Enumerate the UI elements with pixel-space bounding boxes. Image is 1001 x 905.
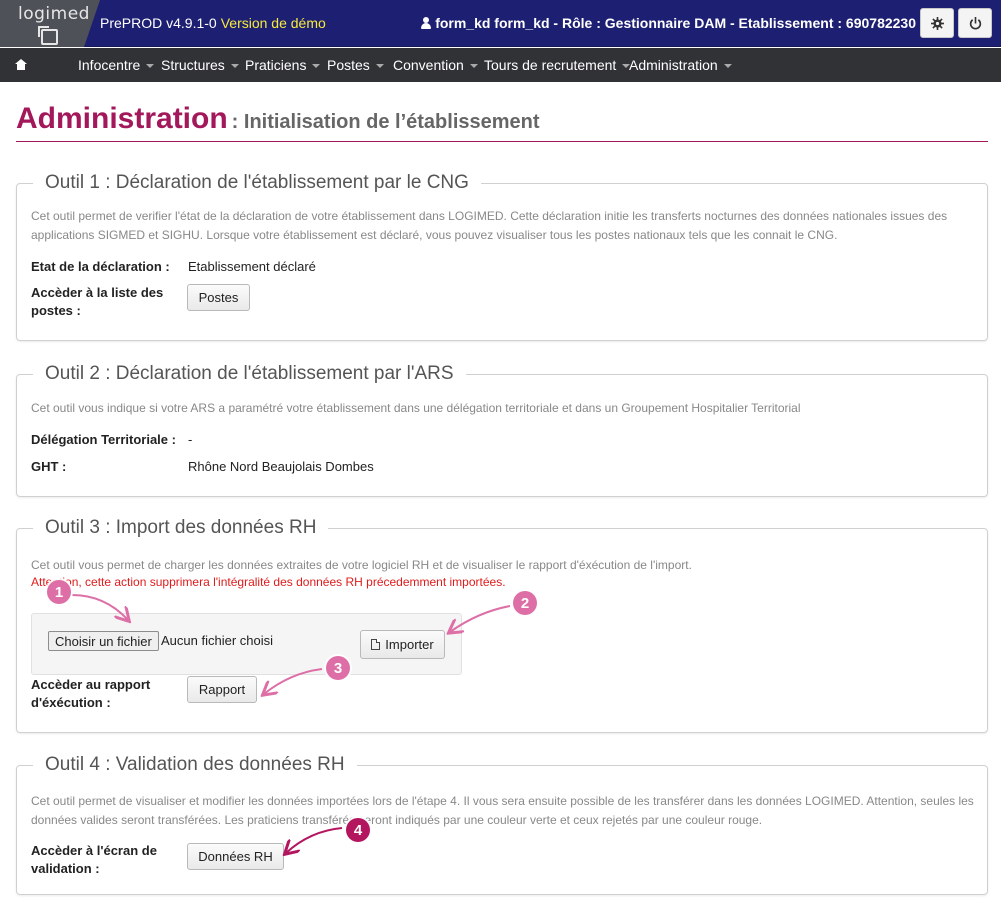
- tool3-legend: Outil 3 : Import des données RH: [33, 517, 329, 539]
- nav-tours-de-recrutement[interactable]: Tours de recrutement: [484, 57, 631, 73]
- ght-label: GHT :: [31, 459, 67, 474]
- nav-label: Structures: [161, 57, 225, 73]
- nav-praticiens[interactable]: Praticiens: [245, 57, 321, 73]
- import-button[interactable]: Importer: [360, 630, 445, 659]
- callout-1: 1: [47, 580, 71, 604]
- tool4-panel: Outil 4 : Validation des données RH Cet …: [16, 754, 988, 895]
- user-info-text: form_kd form_kd - Rôle : Gestionnaire DA…: [435, 15, 916, 31]
- logo-icon: [38, 26, 58, 45]
- callout-4: 4: [346, 818, 370, 842]
- tool3-panel: Outil 3 : Import des données RH Cet outi…: [16, 517, 988, 733]
- ght-value: Rhône Nord Beaujolais Dombes: [188, 459, 374, 474]
- nav-label: Administration: [629, 57, 718, 73]
- caret-down-icon: [375, 64, 384, 68]
- nav-label: Tours de recrutement: [484, 57, 617, 73]
- power-icon: [969, 16, 981, 29]
- delegation-value: -: [188, 432, 193, 447]
- tool1-legend: Outil 1 : Déclaration de l'établissement…: [33, 172, 481, 194]
- nav-administration[interactable]: Administration: [629, 57, 732, 73]
- tool2-panel: Outil 2 : Déclaration de l'établissement…: [16, 363, 988, 497]
- logout-button[interactable]: [958, 8, 992, 38]
- tool1-description: Cet outil permet de verifier l'état de l…: [31, 209, 948, 242]
- nav-label: Convention: [393, 57, 464, 73]
- nav-label: Infocentre: [78, 57, 141, 73]
- donnees-rh-button[interactable]: Données RH: [187, 843, 284, 870]
- home-icon[interactable]: [15, 59, 27, 70]
- file-status: Aucun fichier choisi: [161, 633, 273, 648]
- demo-label: Version de démo: [220, 15, 326, 31]
- declaration-status-label: Etat de la déclaration :: [31, 259, 170, 274]
- logo[interactable]: logimed: [0, 0, 100, 47]
- nav-postes[interactable]: Postes: [327, 57, 384, 73]
- file-icon: [371, 639, 381, 650]
- title-divider: [16, 141, 988, 142]
- settings-button[interactable]: [920, 8, 954, 38]
- callout-3: 3: [326, 656, 350, 680]
- nav-convention[interactable]: Convention: [393, 57, 478, 73]
- tool3-warning: Attention, cette action supprimera l'int…: [31, 575, 506, 589]
- callout-2: 2: [513, 591, 537, 615]
- report-button[interactable]: Rapport: [187, 676, 257, 703]
- choose-file-button[interactable]: Choisir un fichier: [48, 631, 159, 651]
- delegation-label: Délégation Territoriale :: [31, 432, 176, 447]
- caret-down-icon: [146, 64, 155, 68]
- main-nav: Infocentre Structures Praticiens Postes …: [0, 48, 1001, 82]
- nav-structures[interactable]: Structures: [161, 57, 239, 73]
- version-label: PrePROD v4.9.1-0: [100, 15, 217, 31]
- nav-label: Postes: [327, 57, 370, 73]
- page-title-main: Administration: [16, 102, 228, 135]
- validation-label: Accèder à l'écran de validation :: [31, 843, 157, 876]
- caret-down-icon: [230, 64, 239, 68]
- import-form: Choisir un fichier Aucun fichier choisi …: [31, 613, 462, 675]
- tool1-panel: Outil 1 : Déclaration de l'établissement…: [16, 172, 988, 341]
- version-info: PrePROD v4.9.1-0 Version de démo: [100, 15, 326, 31]
- tool2-description: Cet outil vous indique si votre ARS a pa…: [31, 401, 801, 415]
- caret-down-icon: [312, 64, 321, 68]
- top-bar: logimed PrePROD v4.9.1-0 Version de démo …: [0, 0, 1001, 47]
- declaration-status-value: Etablissement déclaré: [188, 259, 316, 274]
- tool4-description: Cet outil permet de visualiser et modifi…: [31, 794, 974, 827]
- tool2-legend: Outil 2 : Déclaration de l'établissement…: [33, 363, 466, 385]
- report-label: Accèder au rapport d'éxécution :: [31, 677, 151, 710]
- tool4-legend: Outil 4 : Validation des données RH: [33, 754, 357, 776]
- logo-text: logimed: [18, 4, 90, 24]
- nav-label: Praticiens: [245, 57, 307, 73]
- nav-infocentre[interactable]: Infocentre: [78, 57, 155, 73]
- page-title: Administration: Initialisation de l’étab…: [16, 102, 540, 136]
- postes-list-label: Accèder à la liste des postes :: [31, 285, 164, 318]
- user-icon: [421, 17, 432, 29]
- caret-down-icon: [723, 64, 732, 68]
- tool3-description: Cet outil vous permet de charger les don…: [31, 558, 692, 572]
- gear-icon: [930, 16, 944, 30]
- user-info: form_kd form_kd - Rôle : Gestionnaire DA…: [421, 15, 916, 31]
- import-button-label: Importer: [385, 637, 434, 652]
- caret-down-icon: [469, 64, 478, 68]
- postes-button[interactable]: Postes: [187, 284, 250, 311]
- page-subtitle: : Initialisation de l’établissement: [231, 111, 540, 133]
